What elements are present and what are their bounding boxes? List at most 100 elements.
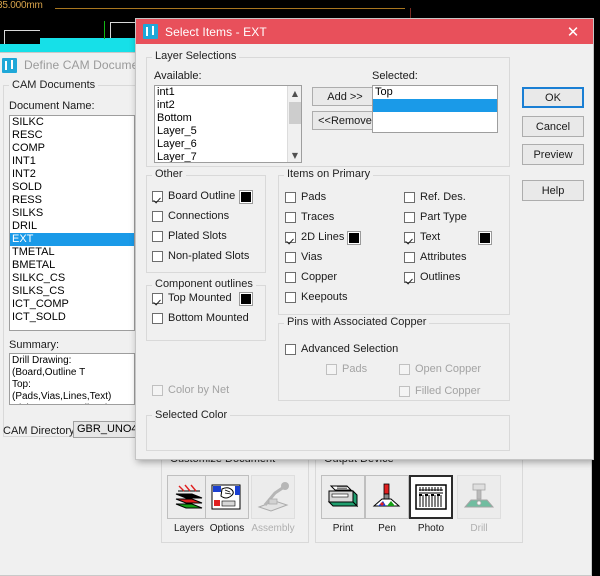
primary-checkbox-part-type[interactable]: Part Type bbox=[404, 211, 467, 223]
cancel-button[interactable]: Cancel bbox=[522, 116, 584, 137]
options-button-label: Options bbox=[203, 523, 251, 534]
other-checkbox-non-plated-slots[interactable]: Non-plated Slots bbox=[152, 250, 249, 262]
cam-documents-listbox[interactable]: SILKCRESCCOMPINT1INT2SOLDRESSSILKSDRILEX… bbox=[9, 115, 135, 331]
add-button[interactable]: Add >> bbox=[312, 87, 378, 106]
hand-options-icon bbox=[209, 481, 245, 513]
available-label: Available: bbox=[154, 70, 202, 82]
scrollbar-thumb[interactable] bbox=[289, 102, 301, 124]
checkbox-box bbox=[404, 272, 415, 283]
cam-documents-group-label: CAM Documents bbox=[9, 79, 98, 91]
checkbox-box bbox=[285, 212, 296, 223]
ok-button[interactable]: OK bbox=[522, 87, 584, 108]
available-layer-item[interactable]: Layer_5 bbox=[155, 125, 287, 138]
primary-checkbox-text-color-swatch[interactable] bbox=[479, 232, 491, 244]
primary-checkbox-copper-label: Copper bbox=[301, 271, 337, 283]
cam-document-item[interactable]: TMETAL bbox=[10, 246, 134, 259]
help-button[interactable]: Help bbox=[522, 180, 584, 201]
pads-app-icon bbox=[143, 24, 158, 39]
component-outline-checkbox-bottom-mounted[interactable]: Bottom Mounted bbox=[152, 312, 249, 324]
remove-button[interactable]: <<Remove bbox=[312, 111, 378, 130]
cam-document-item[interactable]: SILKS_CS bbox=[10, 285, 134, 298]
cam-document-item[interactable]: ICT_SOLD bbox=[10, 311, 134, 324]
document-name-label: Document Name: bbox=[9, 100, 95, 112]
other-checkbox-connections-label: Connections bbox=[168, 210, 229, 222]
primary-checkbox-traces[interactable]: Traces bbox=[285, 211, 334, 223]
selected-listbox[interactable]: Top bbox=[372, 85, 498, 133]
close-icon[interactable]: ✕ bbox=[553, 19, 593, 44]
available-layer-item[interactable]: Bottom bbox=[155, 112, 287, 125]
cam-document-item[interactable]: DRIL bbox=[10, 220, 134, 233]
color-by-net-label: Color by Net bbox=[168, 384, 229, 396]
layer-selections-group-label: Layer Selections bbox=[152, 50, 239, 62]
pcb-outline-small bbox=[4, 30, 40, 31]
primary-checkbox-attributes[interactable]: Attributes bbox=[404, 251, 466, 263]
selected-label: Selected: bbox=[372, 70, 418, 82]
available-layer-item[interactable]: Layer_6 bbox=[155, 138, 287, 151]
available-layer-item[interactable]: int2 bbox=[155, 99, 287, 112]
checkbox-box bbox=[404, 192, 415, 203]
dimension-label: 35.000mm bbox=[0, 0, 43, 11]
pins-copper-checkbox-pads-label: Pads bbox=[342, 363, 367, 375]
pins-copper-checkbox-filled-copper: Filled Copper bbox=[399, 385, 480, 397]
cam-document-item[interactable]: SILKC bbox=[10, 116, 134, 129]
primary-checkbox-attributes-label: Attributes bbox=[420, 251, 466, 263]
cam-document-item[interactable]: RESC bbox=[10, 129, 134, 142]
other-checkbox-plated-slots[interactable]: Plated Slots bbox=[152, 230, 227, 242]
primary-checkbox-2d-lines[interactable]: 2D Lines bbox=[285, 231, 344, 243]
advanced-selection-checkbox[interactable]: Advanced Selection bbox=[285, 343, 398, 355]
pcb-outline-small2 bbox=[4, 30, 5, 44]
primary-checkbox-vias[interactable]: Vias bbox=[285, 251, 322, 263]
available-scrollbar[interactable]: ▲ ▼ bbox=[287, 86, 301, 162]
select-items-dialog[interactable]: Select Items - EXT ✕ Layer Selections Av… bbox=[135, 18, 594, 460]
primary-checkbox-ref-des[interactable]: Ref. Des. bbox=[404, 191, 466, 203]
primary-checkbox-keepouts[interactable]: Keepouts bbox=[285, 291, 347, 303]
selected-layer-item[interactable]: Top bbox=[373, 86, 497, 99]
scroll-down-icon[interactable]: ▼ bbox=[288, 148, 302, 162]
available-layer-item[interactable]: int1 bbox=[155, 86, 287, 99]
drill-button-label: Drill bbox=[455, 523, 503, 534]
other-checkbox-connections[interactable]: Connections bbox=[152, 210, 229, 222]
photo-button[interactable] bbox=[409, 475, 453, 519]
checkbox-box bbox=[152, 385, 163, 396]
checkbox-box bbox=[152, 211, 163, 222]
cam-document-item[interactable]: SOLD bbox=[10, 181, 134, 194]
available-layer-item[interactable]: Layer_7 bbox=[155, 151, 287, 163]
cam-document-item[interactable]: SILKC_CS bbox=[10, 272, 134, 285]
scroll-up-icon[interactable]: ▲ bbox=[288, 86, 302, 100]
cam-directory-field[interactable]: GBR_UNO4K_ bbox=[73, 421, 143, 438]
cam-document-item[interactable]: RESS bbox=[10, 194, 134, 207]
summary-box: Drill Drawing: (Board,Outline TTop: (Pad… bbox=[9, 353, 135, 405]
checkbox-box bbox=[285, 252, 296, 263]
cam-document-item[interactable]: INT2 bbox=[10, 168, 134, 181]
checkbox-box bbox=[152, 313, 163, 324]
primary-checkbox-2d-lines-color-swatch[interactable] bbox=[348, 232, 360, 244]
options-button[interactable] bbox=[205, 475, 249, 519]
print-button[interactable] bbox=[321, 475, 365, 519]
other-checkbox-board-outline-color-swatch[interactable] bbox=[240, 191, 252, 203]
preview-button[interactable]: Preview bbox=[522, 144, 584, 165]
dialog-titlebar[interactable]: Select Items - EXT ✕ bbox=[136, 19, 593, 44]
available-listbox[interactable]: int1int2BottomLayer_5Layer_6Layer_7 ▲ ▼ bbox=[154, 85, 302, 163]
component-outline-checkbox-top-mounted[interactable]: Top Mounted bbox=[152, 292, 232, 304]
cam-document-item[interactable]: EXT bbox=[10, 233, 134, 246]
checkbox-box bbox=[404, 212, 415, 223]
cam-document-item[interactable]: SILKS bbox=[10, 207, 134, 220]
primary-checkbox-outlines[interactable]: Outlines bbox=[404, 271, 460, 283]
pen-button[interactable] bbox=[365, 475, 409, 519]
checkbox-box bbox=[399, 386, 410, 397]
primary-checkbox-text[interactable]: Text bbox=[404, 231, 440, 243]
primary-checkbox-copper[interactable]: Copper bbox=[285, 271, 337, 283]
other-checkbox-board-outline[interactable]: Board Outline bbox=[152, 190, 235, 202]
cam-document-item[interactable]: INT1 bbox=[10, 155, 134, 168]
cam-document-item[interactable]: ICT_COMP bbox=[10, 298, 134, 311]
component-outline-checkbox-top-mounted-color-swatch[interactable] bbox=[240, 293, 252, 305]
summary-label: Summary: bbox=[9, 339, 59, 351]
cam-directory-label: CAM Directory: bbox=[3, 425, 78, 437]
cam-document-item[interactable]: COMP bbox=[10, 142, 134, 155]
primary-checkbox-part-type-label: Part Type bbox=[420, 211, 467, 223]
selected-layer-highlight-row[interactable] bbox=[373, 99, 497, 112]
color-by-net-checkbox[interactable]: Color by Net bbox=[152, 384, 229, 396]
cam-document-item[interactable]: BMETAL bbox=[10, 259, 134, 272]
primary-checkbox-pads[interactable]: Pads bbox=[285, 191, 326, 203]
checkbox-box bbox=[326, 364, 337, 375]
